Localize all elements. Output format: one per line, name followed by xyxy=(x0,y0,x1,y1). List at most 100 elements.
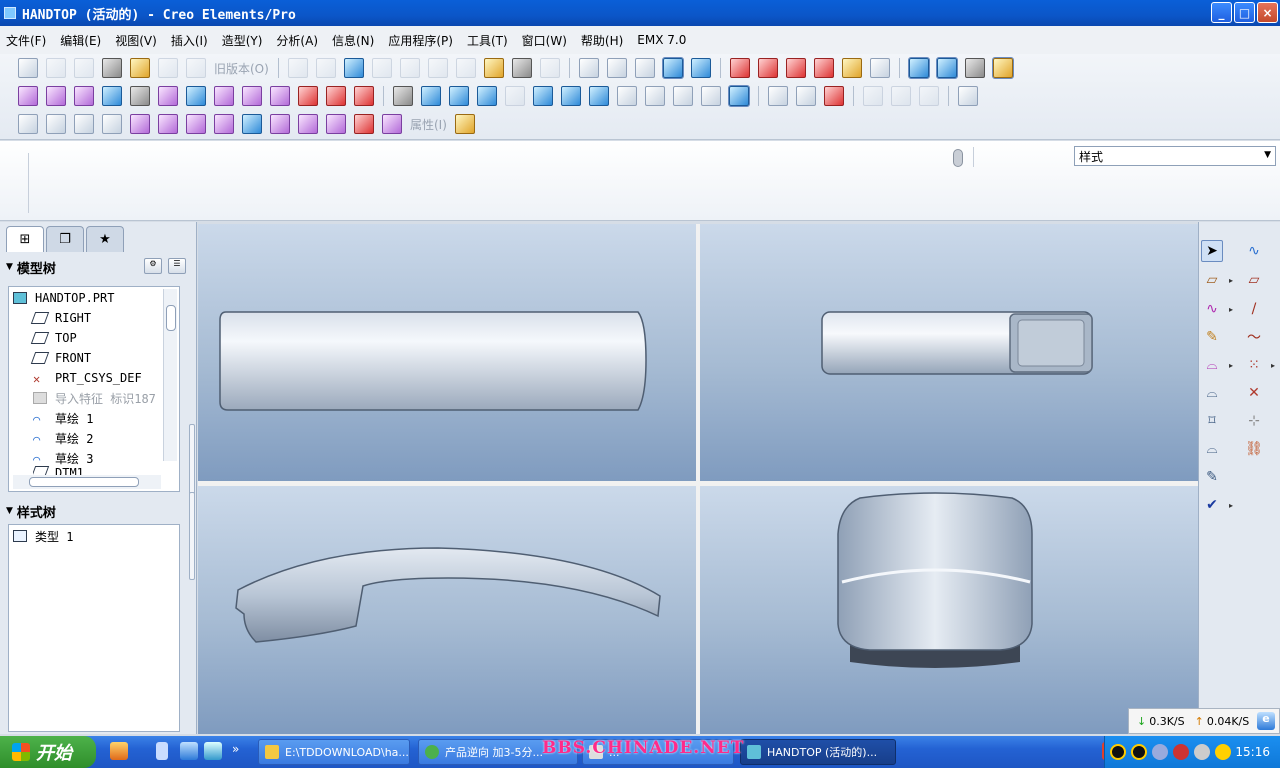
menu-analysis[interactable]: 分析(A) xyxy=(276,32,318,49)
tree-horizontal-scrollbar[interactable] xyxy=(13,475,161,489)
annotation-display-icon[interactable] xyxy=(841,58,862,78)
menu-applications[interactable]: 应用程序(P) xyxy=(388,32,453,49)
scroll-thumb[interactable] xyxy=(29,477,139,487)
free-curve-icon[interactable]: 〜 xyxy=(1243,326,1265,348)
menu-view[interactable]: 视图(V) xyxy=(115,32,157,49)
tree-item-sketch-3[interactable]: ⌒ 草绘 3 xyxy=(33,448,93,468)
datum-axis-display-icon[interactable] xyxy=(757,58,778,78)
security-icon[interactable] xyxy=(1173,744,1189,760)
tree-item-top[interactable]: TOP xyxy=(30,328,77,348)
points-icon[interactable]: ⁙ xyxy=(1243,354,1265,376)
save-icon[interactable] xyxy=(74,58,94,78)
gaussian-icon[interactable] xyxy=(242,114,262,134)
mass-properties-icon[interactable] xyxy=(102,114,122,134)
refit-icon[interactable] xyxy=(477,86,497,106)
layers-icon[interactable] xyxy=(673,86,693,106)
network-icon[interactable] xyxy=(1152,744,1168,760)
menu-insert[interactable]: 插入(I) xyxy=(171,32,208,49)
model-tree-tab[interactable]: ⊞ xyxy=(6,226,44,252)
paste-special-icon[interactable] xyxy=(455,58,476,78)
spin-center-icon[interactable] xyxy=(869,58,890,78)
style-tree-item[interactable]: 类型 1 xyxy=(13,526,73,546)
favorites-tab[interactable]: ★ xyxy=(86,226,124,252)
style-curve-icon[interactable] xyxy=(935,57,958,79)
menu-styling[interactable]: 造型(Y) xyxy=(222,32,263,49)
offset-analysis-icon[interactable] xyxy=(74,86,94,106)
line-icon[interactable]: / xyxy=(1243,298,1265,320)
window-activate-icon[interactable] xyxy=(768,86,788,106)
viewport-top-right[interactable] xyxy=(700,224,1198,481)
zoom-out-icon[interactable] xyxy=(561,86,581,106)
menu-window[interactable]: 窗口(W) xyxy=(522,32,567,49)
boundary-surface-icon[interactable]: ⌓ xyxy=(1201,354,1223,376)
slope-analysis-icon[interactable] xyxy=(186,86,206,106)
start-button[interactable]: 开始 xyxy=(0,736,96,768)
regenerate-old-icon[interactable] xyxy=(186,58,206,78)
datum-plane-display-icon[interactable] xyxy=(729,58,750,78)
grid-icon[interactable] xyxy=(964,58,985,78)
quicklaunch-app-icon[interactable] xyxy=(110,742,128,760)
quicklaunch-ie-icon[interactable] xyxy=(180,742,198,760)
curve-analysis-icon[interactable] xyxy=(242,86,262,106)
menu-tools[interactable]: 工具(T) xyxy=(467,32,508,49)
sketch-view-icon[interactable] xyxy=(421,86,441,106)
style-surface-icon[interactable] xyxy=(907,57,930,79)
tree-columns-icon[interactable]: ☰ xyxy=(168,258,186,274)
curve-on-surface-icon[interactable]: ∿ xyxy=(1243,240,1265,262)
tree-item-right[interactable]: RIGHT xyxy=(30,308,91,328)
flyout-arrow-icon[interactable]: ▸ xyxy=(1229,305,1233,314)
tree-item-csys[interactable]: ✕ PRT_CSYS_DEF xyxy=(33,368,142,388)
delete-curvature-icon[interactable] xyxy=(298,86,318,106)
dihedral-icon[interactable] xyxy=(298,114,318,134)
tree-item-front[interactable]: FRONT xyxy=(30,348,91,368)
saved-analysis-icon[interactable] xyxy=(454,114,475,134)
reflection-analysis-icon[interactable] xyxy=(130,86,150,106)
maximize-button[interactable]: □ xyxy=(1234,2,1255,23)
old-version-button[interactable]: 旧版本(O) xyxy=(214,60,269,77)
delete-section-icon[interactable] xyxy=(326,86,346,106)
color-spectrum-icon[interactable] xyxy=(728,85,750,107)
collapse-triangle-icon[interactable]: ▼ xyxy=(6,262,13,272)
shade-analysis-icon[interactable] xyxy=(270,86,290,106)
minimize-button[interactable]: _ xyxy=(1211,2,1232,23)
window-delete-icon[interactable] xyxy=(824,86,844,106)
send-mail-icon[interactable] xyxy=(130,58,150,78)
collapse-triangle-icon[interactable]: ▼ xyxy=(6,506,13,516)
create-curve-icon[interactable]: ∿ xyxy=(1201,298,1223,320)
curve-icon[interactable] xyxy=(326,114,346,134)
viewport-bottom-right[interactable] xyxy=(700,486,1198,734)
appearance-sphere-icon[interactable] xyxy=(393,86,413,106)
internal-plane-icon[interactable]: ▱ xyxy=(1243,269,1265,291)
viewport-top-left[interactable] xyxy=(198,224,696,481)
link-icon[interactable]: ⛓ xyxy=(1243,438,1265,460)
close-button[interactable]: × xyxy=(1257,2,1278,23)
sketch-curve-icon[interactable]: ✎ xyxy=(1201,326,1223,348)
tree-settings-icon[interactable]: ⚙ xyxy=(144,258,162,274)
trim-surface-icon[interactable]: ⌑ xyxy=(1201,410,1223,432)
open-file-icon[interactable] xyxy=(46,58,66,78)
draft-icon[interactable] xyxy=(270,114,290,134)
context-help-icon[interactable] xyxy=(958,86,978,106)
done-checkmark-icon[interactable]: ✔ xyxy=(1201,494,1223,516)
model-player-icon[interactable] xyxy=(483,58,504,78)
menu-info[interactable]: 信息(N) xyxy=(332,32,374,49)
show-icon[interactable] xyxy=(891,86,911,106)
surface-analysis-icon[interactable]: ✎ xyxy=(1201,466,1223,488)
task-explorer[interactable]: E:\TDDOWNLOAD\ha... xyxy=(258,739,410,765)
draft-analysis-icon[interactable] xyxy=(158,86,178,106)
enhanced-realism-icon[interactable] xyxy=(690,58,711,78)
copy-icon[interactable] xyxy=(399,58,420,78)
quicklaunch-media-icon[interactable] xyxy=(204,742,222,760)
menu-file[interactable]: 文件(F) xyxy=(6,32,46,49)
window-close-icon[interactable] xyxy=(796,86,816,106)
flyout-arrow-icon[interactable]: ▸ xyxy=(1229,361,1233,370)
menu-edit[interactable]: 编辑(E) xyxy=(60,32,101,49)
task-creo[interactable]: HANDTOP (活动的)... xyxy=(740,739,896,765)
csys-tool-icon[interactable]: ✕ xyxy=(1243,382,1265,404)
flyout-arrow-icon[interactable]: ▸ xyxy=(1229,276,1233,285)
menu-emx[interactable]: EMX 7.0 xyxy=(637,33,686,47)
view-manager-icon[interactable] xyxy=(505,86,525,106)
zoom-in-icon[interactable] xyxy=(533,86,553,106)
undo-icon[interactable] xyxy=(287,58,308,78)
panel-splitter-handle[interactable] xyxy=(189,492,195,580)
